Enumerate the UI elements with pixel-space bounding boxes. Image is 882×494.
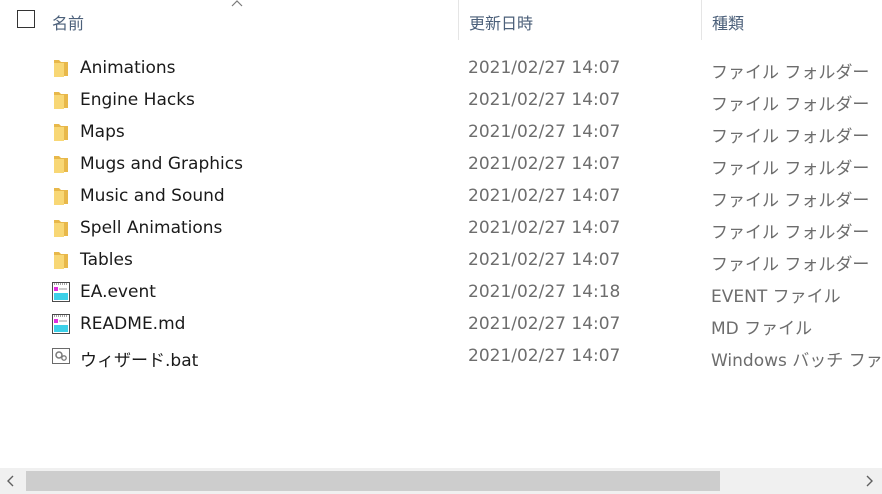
horizontal-scrollbar[interactable] [0,468,882,494]
column-divider[interactable] [458,0,459,40]
file-list: Animations 2021/02/27 14:07 ファイル フォルダー Engi… [0,52,882,372]
column-date-header[interactable]: 更新日時 [469,10,533,34]
file-type: ファイル フォルダー [711,159,870,179]
batch-file-icon [52,348,70,364]
file-name: Engine Hacks [80,90,195,110]
file-explorer: 名前 更新日時 種類 Animations 2021/02/27 14:07 ファイ… [0,0,882,494]
column-divider[interactable] [701,0,702,40]
file-name: Music and Sound [80,186,225,206]
folder-icon [54,220,68,237]
file-row[interactable]: EA.event 2021/02/27 14:18 EVENT ファイル [0,276,882,308]
file-date: 2021/02/27 14:07 [468,346,621,366]
file-date: 2021/02/27 14:18 [468,282,621,302]
select-all-checkbox[interactable] [17,10,35,28]
file-date: 2021/02/27 14:07 [468,314,621,334]
folder-icon [54,124,68,141]
file-row[interactable]: Music and Sound 2021/02/27 14:07 ファイル フォルダ… [0,180,882,212]
file-date: 2021/02/27 14:07 [468,218,621,238]
file-name: Maps [80,122,125,142]
file-date: 2021/02/27 14:07 [468,154,621,174]
file-type: MD ファイル [711,319,813,339]
file-date: 2021/02/27 14:07 [468,186,621,206]
file-type: ファイル フォルダー [711,127,870,147]
file-row[interactable]: Tables 2021/02/27 14:07 ファイル フォルダー [0,244,882,276]
scrollbar-thumb[interactable] [26,471,720,491]
file-type: ファイル フォルダー [711,255,870,275]
file-row[interactable]: Spell Animations 2021/02/27 14:07 ファイル フォル… [0,212,882,244]
file-type: Windows バッチ ファイル [711,351,882,371]
folder-icon [54,92,68,109]
folder-icon [54,60,68,77]
text-file-icon [52,282,70,302]
file-date: 2021/02/27 14:07 [468,90,621,110]
scroll-left-button[interactable] [0,468,22,494]
folder-icon [54,188,68,205]
chevron-right-icon [866,475,873,487]
file-row[interactable]: Maps 2021/02/27 14:07 ファイル フォルダー [0,116,882,148]
column-header: 名前 更新日時 種類 [0,0,882,40]
file-row[interactable]: README.md 2021/02/27 14:07 MD ファイル [0,308,882,340]
file-date: 2021/02/27 14:07 [468,122,621,142]
text-file-icon [52,314,70,334]
column-name-header[interactable]: 名前 [52,10,84,34]
column-type-header[interactable]: 種類 [712,10,744,34]
file-name: Tables [80,250,133,270]
file-row[interactable]: ウィザード.bat 2021/02/27 14:07 Windows バッチ ファイ… [0,340,882,372]
file-name: Spell Animations [80,218,223,238]
file-type: ファイル フォルダー [711,63,870,83]
scroll-right-button[interactable] [858,468,880,494]
file-row[interactable]: Mugs and Graphics 2021/02/27 14:07 ファイル フォ… [0,148,882,180]
file-row[interactable]: Engine Hacks 2021/02/27 14:07 ファイル フォルダー [0,84,882,116]
file-type: EVENT ファイル [711,287,841,307]
file-name: Mugs and Graphics [80,154,243,174]
file-name: Animations [80,58,176,78]
sort-ascending-icon [231,0,243,7]
file-type: ファイル フォルダー [711,95,870,115]
folder-icon [54,156,68,173]
file-date: 2021/02/27 14:07 [468,250,621,270]
file-date: 2021/02/27 14:07 [468,58,621,78]
file-type: ファイル フォルダー [711,191,870,211]
file-row[interactable]: Animations 2021/02/27 14:07 ファイル フォルダー [0,52,882,84]
chevron-left-icon [7,475,14,487]
file-name: ウィザード.bat [80,351,199,371]
file-name: README.md [80,314,186,334]
file-type: ファイル フォルダー [711,223,870,243]
file-name: EA.event [80,282,156,302]
folder-icon [54,252,68,269]
